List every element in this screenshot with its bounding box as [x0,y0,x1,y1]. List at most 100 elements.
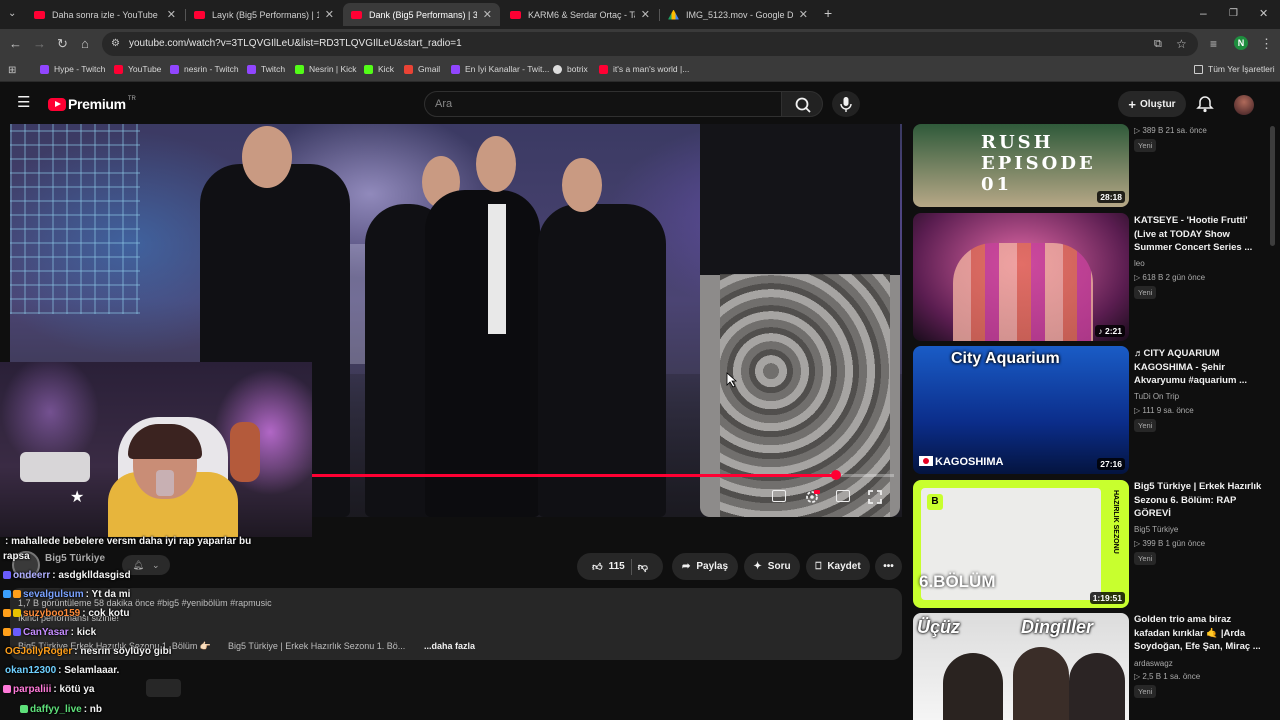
recommended-video-thumbnail[interactable]: ♪ 2:21 [913,213,1129,341]
video-title[interactable]: Golden trio ama biraz kafadan kırıklar 🤙… [1134,613,1262,654]
performer-head [476,136,516,192]
ask-button[interactable]: ✦ Soru [744,553,800,580]
progress-scrubber[interactable] [830,470,841,480]
tab-title: KARM6 & Serdar Ortaç - Ta Bu [528,9,635,20]
video-channel[interactable]: Big5 Türkiye [1134,525,1178,534]
like-button[interactable]: 👍︎ 115 [592,561,625,573]
fullscreen-icon[interactable] [868,490,882,504]
minimize-icon[interactable]: – [1200,5,1207,21]
japan-flag-icon [919,456,933,466]
tab-karm6[interactable]: KARM6 & Serdar Ortaç - Ta Bu ✕ [502,3,658,26]
chat-message: daffyy_live: nb [20,704,102,715]
theater-mode-icon[interactable] [836,490,850,502]
recommended-video-thumbnail[interactable]: Üçüz Dingiller [913,613,1129,720]
youtube-premium-logo[interactable]: Premium TR [48,96,136,112]
create-label: Oluştur [1140,98,1176,110]
more-actions-button[interactable]: ••• [875,553,902,580]
video-progress-bar[interactable] [312,470,894,480]
sidebar-scrollbar[interactable] [1270,126,1275,246]
tab-title: IMG_5123.mov - Google Drive [686,9,793,20]
search-button[interactable] [781,91,823,117]
voice-search-button[interactable] [832,91,860,117]
reload-icon[interactable]: ↻ [57,36,68,52]
url-text: youtube.com/watch?v=3TLQVGIlLeU&list=RD3… [129,38,462,49]
recommended-video-thumbnail[interactable]: City Aquarium KAGOSHIMA 27:16 [913,346,1129,474]
bookmark-item[interactable]: Nesrin | Kick [295,64,357,74]
settings-gear-icon[interactable] [804,489,820,505]
video-title[interactable]: KATSEYE - 'Hootie Frutti' (Live at TODAY… [1134,214,1262,255]
browser-menu-icon[interactable]: ⋮ [1260,36,1273,52]
twitch-icon [451,64,460,74]
tab-watch-later[interactable]: Daha sonra izle - YouTube ✕ [26,3,184,26]
profile-avatar[interactable]: N [1234,36,1248,50]
install-app-icon[interactable]: ⧉ [1154,36,1162,52]
bookmark-item[interactable]: it's a man's world |... [599,64,689,74]
show-more-link[interactable]: ...daha fazla [424,641,475,651]
share-button[interactable]: ➦ Paylaş [672,553,738,580]
video-channel[interactable]: TuDi On Trip [1134,392,1179,401]
person-silhouette [1013,647,1069,720]
new-tab-icon[interactable]: + [824,5,832,21]
video-title[interactable]: ♬CITY AQUARIUM KAGOSHIMA - Şehir Akvaryu… [1134,347,1262,388]
bookmark-item[interactable]: Twitch [247,64,285,74]
bookmark-item[interactable]: Kick [364,64,394,74]
back-icon[interactable]: ← [9,36,22,52]
video-channel[interactable]: leo [1134,259,1145,268]
site-info-icon[interactable]: ⚙ [111,36,120,52]
recommended-video-thumbnail[interactable]: B 6.BÖLÜM HAZIRLIK SEZONU 1:19:51 [913,480,1129,608]
chat-username: OGJollyRoger [5,646,73,657]
bookmark-item[interactable]: En İyi Kanallar - Twit... [451,64,549,74]
share-label: Paylaş [696,561,729,572]
bookmark-item[interactable]: nesrin - Twitch [170,64,239,74]
thumbs-down-icon[interactable]: 👎︎ [638,561,648,573]
create-button[interactable]: + Oluştur [1118,91,1186,117]
video-channel[interactable]: ardaswagz [1134,659,1173,668]
restore-icon[interactable]: ❐ [1229,6,1238,22]
recommended-video-thumbnail[interactable]: RUSH EPISODE 01 28:18 [913,124,1129,207]
share-icon: ➦ [681,561,691,572]
bookmark-label: Kick [378,64,395,74]
reading-list-icon[interactable]: ≡ [1210,36,1217,52]
all-bookmarks-button[interactable]: Tüm Yer İşaretleri [1194,64,1275,74]
star-decoration-icon: ★ [70,489,85,506]
tab-google-drive[interactable]: IMG_5123.mov - Google Drive ✕ [660,3,816,26]
forward-icon[interactable]: → [33,36,46,52]
save-button[interactable]: ⎕ Kaydet [806,553,870,580]
bookmark-item[interactable]: botrix [553,64,588,74]
hamburger-menu-icon[interactable]: ☰ [17,95,30,111]
bookmark-item[interactable]: Hype - Twitch [40,64,105,74]
window-close-icon[interactable]: ✕ [1259,6,1268,22]
bookmark-label: En İyi Kanallar - Twit... [465,64,550,74]
tab-close-icon[interactable]: ✕ [483,8,492,21]
tab-dank-active[interactable]: Dank (Big5 Performans) | 3. Gru ✕ [343,3,500,26]
video-duration: 1:19:51 [1089,592,1125,604]
video-title[interactable]: Big5 Türkiye | Erkek Hazırlık Sezonu 6. … [1134,480,1262,521]
gmail-icon [404,64,413,74]
tab-search-icon[interactable]: ⌄ [8,6,16,22]
shelf [20,452,90,482]
tab-close-icon[interactable]: ✕ [167,8,176,21]
home-icon[interactable]: ⌂ [81,36,89,52]
chat-badge-icon [13,609,21,617]
address-bar[interactable]: ⚙ youtube.com/watch?v=3TLQVGIlLeU&list=R… [102,32,1198,56]
apps-grid-icon[interactable]: ⊞ [8,63,16,79]
tab-close-icon[interactable]: ✕ [641,8,650,21]
folder-icon [1194,64,1203,74]
performer-head [562,158,602,212]
bookmark-label: YouTube [128,64,162,74]
bookmark-item[interactable]: Gmail [404,64,440,74]
bookmark-item[interactable]: YouTube [114,64,161,74]
tab-close-icon[interactable]: ✕ [799,8,808,21]
notifications-bell-icon[interactable] [1196,95,1214,113]
chat-text: : nb [83,704,103,715]
thumbs-up-icon: 👍︎ [592,561,603,573]
tab-layik[interactable]: Layık (Big5 Performans) | 1. Gru ✕ [186,3,342,26]
user-avatar[interactable] [1234,95,1254,115]
meta-text: 2,5 B 1 sa. önce [1142,672,1201,681]
subtitles-icon[interactable] [772,490,786,502]
bookmark-star-icon[interactable]: ☆ [1176,36,1187,52]
meta-text: 389 B 21 sa. önce [1142,126,1207,135]
new-badge: Yeni [1134,139,1157,152]
search-input[interactable]: Ara [424,91,782,117]
tab-close-icon[interactable]: ✕ [325,8,334,21]
